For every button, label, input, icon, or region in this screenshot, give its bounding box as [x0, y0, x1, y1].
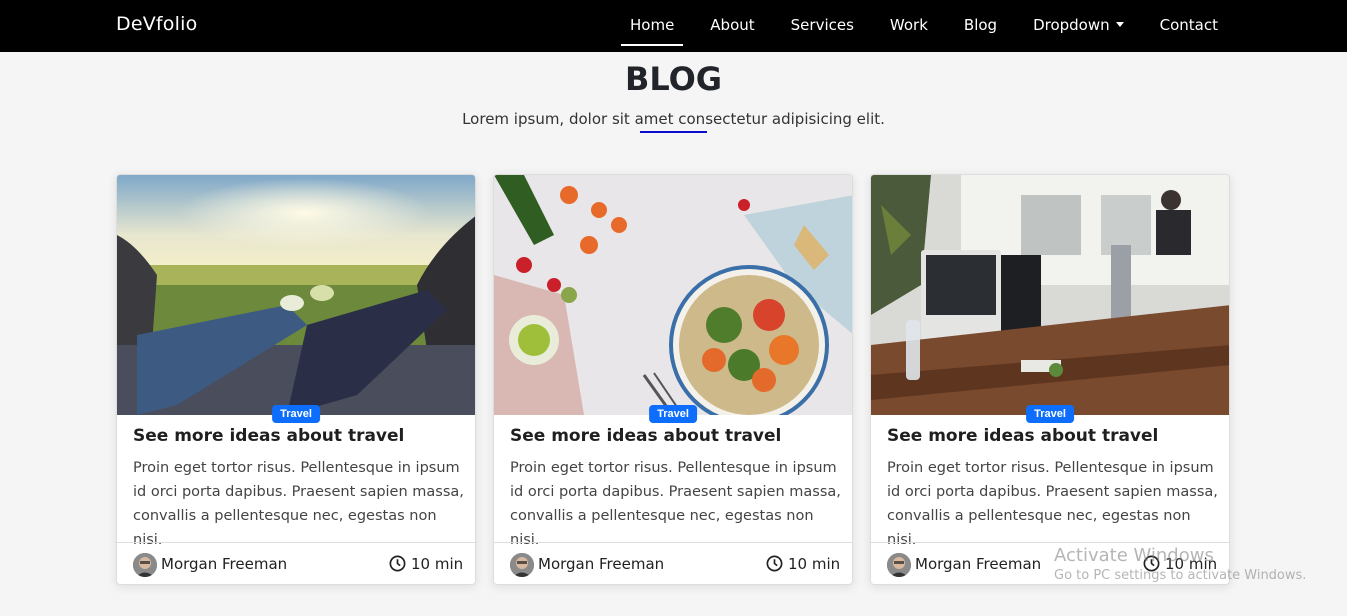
caret-down-icon — [1115, 22, 1124, 27]
card-image-sunset-field[interactable] — [117, 175, 475, 415]
card-text: Proin eget tortor risus. Pellentesque in… — [887, 460, 1218, 548]
nav-dropdown-label: Dropdown — [1033, 16, 1110, 34]
read-time: 10 min — [788, 555, 841, 573]
watermark-title: Activate Windows — [1054, 545, 1214, 566]
card-text: Proin eget tortor risus. Pellentesque in… — [133, 460, 464, 548]
watermark-subtitle: Go to PC settings to activate Windows. — [1054, 568, 1307, 583]
author-name[interactable]: Morgan Freeman — [161, 555, 287, 573]
category-badge[interactable]: Travel — [1026, 405, 1074, 423]
clock-icon — [766, 555, 783, 572]
activate-windows-watermark: Activate Windows Go to PC settings to ac… — [1054, 545, 1306, 583]
card-title[interactable]: See more ideas about travel — [510, 426, 781, 446]
clock-icon — [389, 555, 406, 572]
nav-menu: Home About Services Work Blog Dropdown C… — [612, 0, 1236, 52]
author-name[interactable]: Morgan Freeman — [538, 555, 664, 573]
nav-work[interactable]: Work — [872, 0, 946, 52]
read-time: 10 min — [411, 555, 464, 573]
card-image-vegetable-bowl[interactable] — [494, 175, 852, 415]
section-title: BLOG — [624, 60, 723, 98]
blog-card[interactable]: Travel See more ideas about travel Proin… — [116, 174, 476, 585]
nav-services[interactable]: Services — [773, 0, 872, 52]
title-underline — [640, 131, 707, 133]
card-image-office-desk[interactable] — [871, 175, 1229, 415]
card-text: Proin eget tortor risus. Pellentesque in… — [510, 460, 841, 548]
category-badge[interactable]: Travel — [272, 405, 320, 423]
nav-dropdown[interactable]: Dropdown — [1015, 0, 1142, 52]
author-name[interactable]: Morgan Freeman — [915, 555, 1041, 573]
card-footer: Morgan Freeman 10 min — [494, 542, 852, 584]
card-title[interactable]: See more ideas about travel — [133, 426, 404, 446]
brand-logo[interactable]: DeVfolio — [116, 13, 197, 35]
blog-card[interactable]: Travel See more ideas about travel Proin… — [493, 174, 853, 585]
navbar: DeVfolio Home About Services Work Blog D… — [0, 0, 1347, 52]
nav-about[interactable]: About — [692, 0, 772, 52]
nav-contact[interactable]: Contact — [1142, 0, 1236, 52]
nav-home[interactable]: Home — [612, 0, 692, 52]
blog-card[interactable]: Travel See more ideas about travel Proin… — [870, 174, 1230, 585]
card-title[interactable]: See more ideas about travel — [887, 426, 1158, 446]
nav-blog[interactable]: Blog — [946, 0, 1015, 52]
category-badge[interactable]: Travel — [649, 405, 697, 423]
card-footer: Morgan Freeman 10 min — [117, 542, 475, 584]
author-avatar — [133, 553, 157, 577]
author-avatar — [887, 553, 911, 577]
section-subtitle: Lorem ipsum, dolor sit amet consectetur … — [462, 110, 885, 128]
author-avatar — [510, 553, 534, 577]
